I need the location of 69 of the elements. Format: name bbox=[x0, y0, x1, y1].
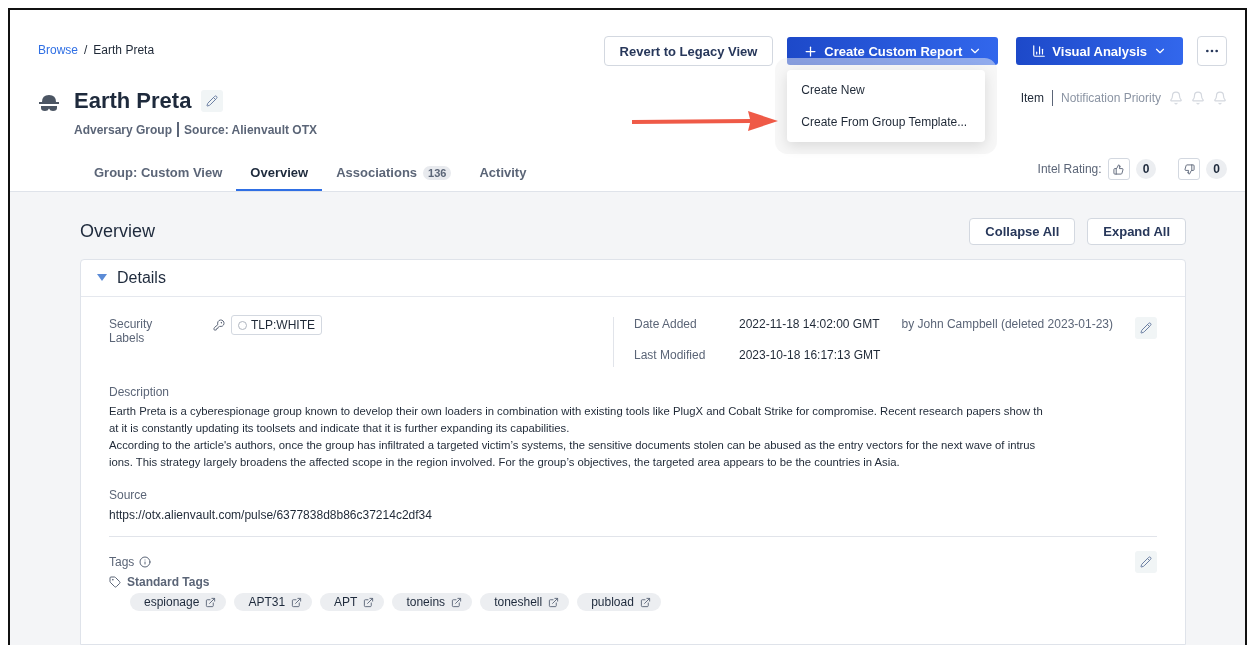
tag-icon bbox=[109, 576, 121, 588]
details-header[interactable]: Details bbox=[81, 260, 1185, 297]
external-link-icon bbox=[639, 596, 651, 608]
tab[interactable]: Group: Custom View bbox=[80, 157, 237, 191]
tag-chip[interactable]: APT bbox=[320, 593, 385, 611]
tag-group-title: Standard Tags bbox=[127, 575, 210, 589]
subtitle-text: Source: Alienvault OTX bbox=[184, 122, 317, 137]
vote-count: 0 bbox=[1206, 159, 1227, 179]
tab[interactable]: Associations 136 bbox=[322, 157, 466, 191]
key-icon bbox=[213, 319, 225, 331]
thumbs-up-button[interactable] bbox=[1107, 158, 1130, 180]
tag-chip[interactable]: pubload bbox=[577, 593, 661, 611]
chart-icon bbox=[1032, 44, 1047, 58]
edit-button[interactable] bbox=[1135, 317, 1157, 339]
breadcrumb-link[interactable]: Browse bbox=[38, 43, 78, 57]
field-label: Source bbox=[109, 488, 149, 502]
thumbs-down-icon bbox=[1183, 163, 1195, 175]
thumbs-up-icon bbox=[1113, 163, 1125, 175]
author-note: by John Campbell (deleted 2023-01-23) bbox=[901, 317, 1113, 331]
breadcrumb-separator: / bbox=[84, 43, 88, 57]
tag-chip[interactable]: toneshell bbox=[480, 593, 570, 611]
collapse-all-button[interactable]: Collapse All bbox=[969, 218, 1076, 245]
spy-icon bbox=[38, 94, 60, 112]
description-text: According to the article's authors, once the group has infiltrated a targeted victim’s systems, the sensitive documents stolen can be abused as the entry vectors for the next wave of intrus bbox=[109, 438, 1037, 453]
plus-icon bbox=[803, 43, 819, 59]
card-title: Details bbox=[117, 269, 166, 287]
external-link-icon bbox=[291, 596, 303, 608]
external-link-icon bbox=[205, 596, 217, 608]
edit-button[interactable] bbox=[1135, 551, 1157, 573]
count-badge: 136 bbox=[423, 165, 452, 180]
field-label: Tags bbox=[109, 555, 135, 569]
section-title: Overview bbox=[80, 221, 155, 242]
edit-button[interactable] bbox=[201, 90, 224, 112]
field-label: Date Added bbox=[634, 317, 698, 331]
vote-count: 0 bbox=[1135, 159, 1157, 179]
external-link-icon bbox=[363, 596, 375, 608]
source-url: https://otx.alienvault.com/pulse/6377838d8b86c37214c2df34 bbox=[109, 508, 433, 522]
external-link-icon bbox=[548, 596, 560, 608]
tab[interactable]: Activity bbox=[465, 157, 541, 191]
revert-legacy-button[interactable]: Revert to Legacy View bbox=[603, 36, 774, 66]
date-value: 2023-10-18 16:17:13 GMT bbox=[739, 348, 881, 362]
pencil-icon bbox=[1140, 556, 1152, 568]
intel-rating-label: Intel Rating: bbox=[1037, 162, 1102, 176]
external-link-icon bbox=[451, 596, 463, 608]
follow-item-link[interactable]: Item bbox=[1020, 91, 1044, 105]
info-icon[interactable] bbox=[139, 556, 152, 568]
expand-all-button[interactable]: Expand All bbox=[1087, 218, 1186, 245]
date-value: 2022-11-18 14:02:00 GMT bbox=[739, 317, 880, 331]
menu-item[interactable]: Create From Group Template... bbox=[787, 106, 986, 138]
field-label: Last Modified bbox=[634, 348, 707, 362]
breadcrumb-current: Earth Preta bbox=[93, 43, 155, 57]
tag-chip[interactable]: toneins bbox=[392, 593, 473, 611]
tag-chip[interactable]: espionage bbox=[130, 593, 227, 611]
create-report-button[interactable]: Create Custom Report bbox=[787, 37, 999, 65]
notification-priority-label: Notification Priority bbox=[1060, 91, 1161, 105]
description-text: Earth Preta is a cyberespionage group known to develop their own loaders in combination with existing tools like PlugX and Cobalt Strike for compromise. Recent research papers show th bbox=[109, 404, 1044, 419]
description-text: ions. This strategy largely broadens the affected scope in the region involved. For the group’s objectives, the targeted area appears to be the countries in Asia. bbox=[109, 455, 901, 470]
field-label: Security Labels bbox=[109, 317, 154, 345]
field-label: Description bbox=[109, 385, 171, 399]
menu-item[interactable]: Create New bbox=[787, 74, 986, 106]
tag-chip[interactable]: APT31 bbox=[234, 593, 313, 611]
visual-analysis-button[interactable]: Visual Analysis bbox=[1016, 37, 1183, 65]
tlp-label: TLP:WHITE bbox=[231, 315, 322, 335]
subtitle-text: Adversary Group bbox=[74, 122, 173, 137]
pencil-icon bbox=[206, 95, 219, 107]
thumbs-down-button[interactable] bbox=[1178, 158, 1201, 180]
pencil-icon bbox=[1140, 322, 1152, 334]
page-title: Earth Preta bbox=[74, 88, 192, 114]
description-text: at it is constantly updating its toolsets and indicate that it is further expanding its capabilities. bbox=[109, 421, 571, 436]
